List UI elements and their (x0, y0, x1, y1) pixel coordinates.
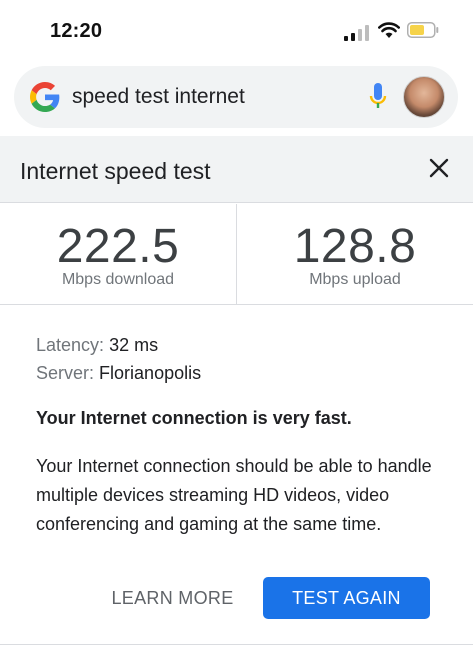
microphone-icon[interactable] (368, 81, 388, 113)
speed-results: 222.5 Mbps download 128.8 Mbps upload (0, 204, 473, 305)
download-unit: Mbps download (61, 271, 175, 288)
search-bar[interactable]: speed test internet (14, 66, 458, 128)
download-result: 222.5 Mbps download (0, 222, 236, 290)
bottom-divider (0, 644, 473, 645)
latency-value: 32 ms (109, 335, 159, 355)
upload-value: 128.8 (293, 220, 417, 273)
google-logo-icon (30, 82, 60, 112)
learn-more-button[interactable]: LEARN MORE (100, 578, 245, 618)
latency-label: Latency: (36, 335, 105, 355)
test-again-button[interactable]: TEST AGAIN (263, 577, 430, 619)
search-input[interactable]: speed test internet (72, 85, 245, 109)
download-value: 222.5 (56, 220, 180, 273)
server-label: Server: (36, 363, 95, 383)
server-value: Florianopolis (99, 363, 202, 383)
card-header: Internet speed test (0, 136, 473, 203)
upload-result: 128.8 Mbps upload (237, 222, 473, 290)
card-title: Internet speed test (20, 158, 211, 184)
latency-row: Latency: 32 ms (36, 334, 158, 356)
status-time: 12:20 (50, 20, 103, 42)
cellular-signal-icon (344, 25, 369, 41)
speed-verdict: Your Internet connection is very fast. (36, 408, 352, 428)
upload-unit: Mbps upload (309, 271, 401, 288)
wifi-icon (378, 22, 400, 38)
close-icon[interactable] (428, 157, 450, 179)
server-row: Server: Florianopolis (36, 362, 201, 384)
avatar[interactable] (403, 76, 445, 118)
battery-icon (407, 22, 439, 38)
status-bar: 12:20 (0, 0, 473, 62)
speed-description: Your Internet connection should be able … (36, 456, 432, 534)
